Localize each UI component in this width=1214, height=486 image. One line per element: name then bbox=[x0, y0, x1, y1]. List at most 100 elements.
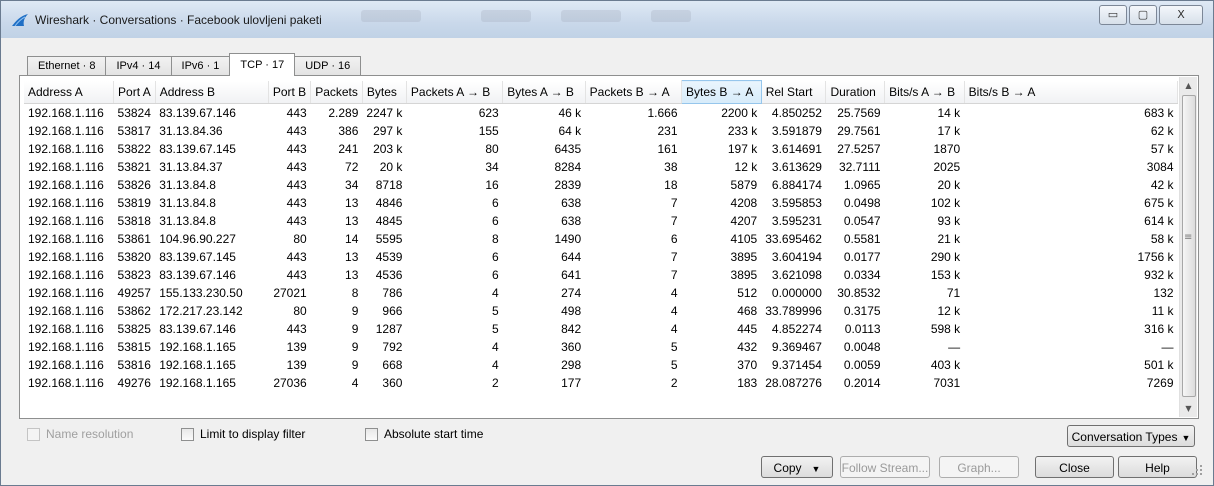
absolute-start-time-checkbox[interactable] bbox=[365, 427, 378, 441]
table-cell: 13 bbox=[345, 196, 359, 210]
table-cell: 4845 bbox=[375, 214, 403, 228]
table-cell: 49276 bbox=[117, 376, 151, 390]
table-cell: 14 k bbox=[937, 106, 961, 120]
table-row[interactable]: 192.168.1.116 53815 192.168.1.165 139 9 792 4 3… bbox=[24, 338, 1178, 356]
name-resolution-checkbox[interactable] bbox=[27, 427, 40, 441]
tab-tcp[interactable]: TCP · 17 bbox=[229, 53, 296, 76]
table-cell: 46 k bbox=[558, 106, 582, 120]
close-button[interactable]: Close bbox=[1035, 456, 1114, 478]
table-cell: 64 k bbox=[558, 124, 582, 138]
column-header[interactable]: Port B bbox=[268, 80, 312, 104]
table-cell: 14 bbox=[345, 232, 359, 246]
resize-grip-icon[interactable] bbox=[1191, 464, 1203, 476]
table-cell: 13 bbox=[345, 214, 359, 228]
table-row[interactable]: 192.168.1.116 53861 104.96.90.227 80 14 5595 8… bbox=[24, 230, 1178, 248]
tab-udp[interactable]: UDP · 16 bbox=[294, 56, 362, 76]
column-header[interactable]: Rel Start bbox=[761, 80, 827, 104]
table-cell: 4.850252 bbox=[771, 106, 822, 120]
limit-display-filter-checkbox[interactable] bbox=[181, 427, 194, 441]
column-header[interactable]: Duration bbox=[825, 80, 886, 104]
table-cell: 5 bbox=[492, 322, 499, 336]
table-cell: 683 k bbox=[1144, 106, 1174, 120]
table-cell: 12 k bbox=[734, 160, 758, 174]
table-cell: 443 bbox=[286, 124, 307, 138]
table-row[interactable]: 192.168.1.116 53826 31.13.84.8 443 34 8718 16 2… bbox=[24, 176, 1178, 194]
column-header[interactable]: Bytes A → B bbox=[502, 80, 586, 104]
scroll-down-icon[interactable]: ▼ bbox=[1180, 400, 1197, 417]
table-cell: 5 bbox=[492, 304, 499, 318]
table-cell: 290 k bbox=[930, 250, 961, 264]
help-button[interactable]: Help bbox=[1118, 456, 1197, 478]
table-cell: 53861 bbox=[117, 232, 151, 246]
copy-button[interactable]: Copy ▼ bbox=[761, 456, 833, 478]
table-cell: 9.371454 bbox=[771, 358, 822, 372]
table-cell: 20 k bbox=[379, 160, 403, 174]
table-cell: 192.168.1.116 bbox=[28, 232, 104, 246]
table-row[interactable]: 192.168.1.116 49276 192.168.1.165 27036 4 360… bbox=[24, 374, 1178, 392]
graph-button[interactable]: Graph... bbox=[939, 456, 1019, 478]
table-cell: 2200 k bbox=[721, 106, 758, 120]
column-header[interactable]: Bits/s A → B bbox=[884, 80, 965, 104]
vertical-scrollbar[interactable]: ▲ ▼ bbox=[1179, 77, 1197, 417]
title-bar-ghost bbox=[361, 10, 421, 22]
name-resolution-option[interactable]: Name resolution bbox=[27, 427, 133, 441]
absolute-start-time-option[interactable]: Absolute start time bbox=[365, 427, 483, 441]
title-bar[interactable]: Wireshark · Conversations · Facebook ulo… bbox=[1, 1, 1213, 38]
table-cell: 316 k bbox=[1144, 322, 1174, 336]
tab-ipv6[interactable]: IPv6 · 1 bbox=[170, 56, 231, 76]
scroll-up-icon[interactable]: ▲ bbox=[1180, 77, 1197, 94]
table-row[interactable]: 192.168.1.116 53816 192.168.1.165 139 9 668 4 2… bbox=[24, 356, 1178, 374]
table-cell: 31.13.84.8 bbox=[159, 214, 216, 228]
table-row[interactable]: 192.168.1.116 53824 83.139.67.146 443 2.289 2… bbox=[24, 104, 1178, 123]
table-cell: 2 bbox=[670, 376, 678, 390]
table-cell: 5879 bbox=[730, 178, 758, 192]
close-window-button[interactable]: X bbox=[1159, 5, 1203, 25]
table-cell: 274 bbox=[561, 286, 582, 300]
table-row[interactable]: 192.168.1.116 53825 83.139.67.146 443 9 1287 5… bbox=[24, 320, 1178, 338]
table-row[interactable]: 192.168.1.116 49257 155.133.230.50 27021 8 78… bbox=[24, 284, 1178, 302]
table-cell: 233 k bbox=[727, 124, 758, 138]
follow-stream-button[interactable]: Follow Stream... bbox=[840, 456, 930, 478]
column-header[interactable]: Packets B → A bbox=[585, 80, 683, 104]
maximize-button[interactable]: ▢ bbox=[1129, 5, 1157, 25]
column-header[interactable]: Bytes bbox=[362, 80, 407, 104]
minimize-button[interactable]: ▭ bbox=[1099, 5, 1127, 25]
table-row[interactable]: 192.168.1.116 53818 31.13.84.8 443 13 4845 6 63… bbox=[24, 212, 1178, 230]
table-cell: 3895 bbox=[730, 268, 758, 282]
table-cell: 6 bbox=[492, 196, 499, 210]
column-header[interactable]: Address A bbox=[24, 80, 115, 104]
table-cell: 192.168.1.116 bbox=[28, 214, 104, 228]
column-header[interactable]: Port A bbox=[113, 80, 156, 104]
table-row[interactable]: 192.168.1.116 53817 31.13.84.36 443 386 297 k… bbox=[24, 122, 1178, 140]
table-cell: 192.168.1.116 bbox=[28, 196, 104, 210]
table-row[interactable]: 192.168.1.116 53823 83.139.67.146 443 13 4536… bbox=[24, 266, 1178, 284]
limit-display-filter-option[interactable]: Limit to display filter bbox=[181, 427, 305, 441]
tab-ethernet[interactable]: Ethernet · 8 bbox=[27, 56, 107, 76]
name-resolution-label: Name resolution bbox=[46, 427, 134, 441]
table-cell: 6435 bbox=[554, 142, 582, 156]
table-cell: 30.8532 bbox=[837, 286, 881, 300]
table-row[interactable]: 192.168.1.116 53862 172.217.23.142 80 9 966 5 4… bbox=[24, 302, 1178, 320]
table-cell: 28.087276 bbox=[765, 376, 822, 390]
table-cell: 445 bbox=[737, 322, 758, 336]
table-row[interactable]: 192.168.1.116 53821 31.13.84.37 443 72 20 k 34… bbox=[24, 158, 1178, 176]
table-cell: 83.139.67.146 bbox=[159, 268, 236, 282]
column-header[interactable]: Packets bbox=[310, 80, 363, 104]
scroll-thumb[interactable] bbox=[1182, 95, 1196, 397]
table-cell: 62 k bbox=[1150, 124, 1174, 138]
table-row[interactable]: 192.168.1.116 53820 83.139.67.145 443 13 4539… bbox=[24, 248, 1178, 266]
conversation-types-button[interactable]: Conversation Types ▼ bbox=[1067, 425, 1195, 447]
table-cell: 443 bbox=[286, 250, 307, 264]
table-row[interactable]: 192.168.1.116 53822 83.139.67.145 443 241 203… bbox=[24, 140, 1178, 158]
tab-ipv4[interactable]: IPv4 · 14 bbox=[105, 56, 172, 76]
table-cell: 192.168.1.116 bbox=[28, 250, 104, 264]
table-cell: 403 k bbox=[930, 358, 961, 372]
column-header[interactable]: Packets A → B bbox=[406, 80, 504, 104]
table-cell: 4 bbox=[670, 286, 678, 300]
column-header-sorted[interactable]: Bytes B → A bbox=[681, 80, 762, 104]
table-row[interactable]: 192.168.1.116 53819 31.13.84.8 443 13 4846 6 63… bbox=[24, 194, 1178, 212]
column-header[interactable]: Address B bbox=[155, 80, 269, 104]
table-cell: 5 bbox=[670, 358, 678, 372]
column-header[interactable]: Bits/s B → A bbox=[964, 80, 1178, 104]
table-cell: 53825 bbox=[117, 322, 151, 336]
